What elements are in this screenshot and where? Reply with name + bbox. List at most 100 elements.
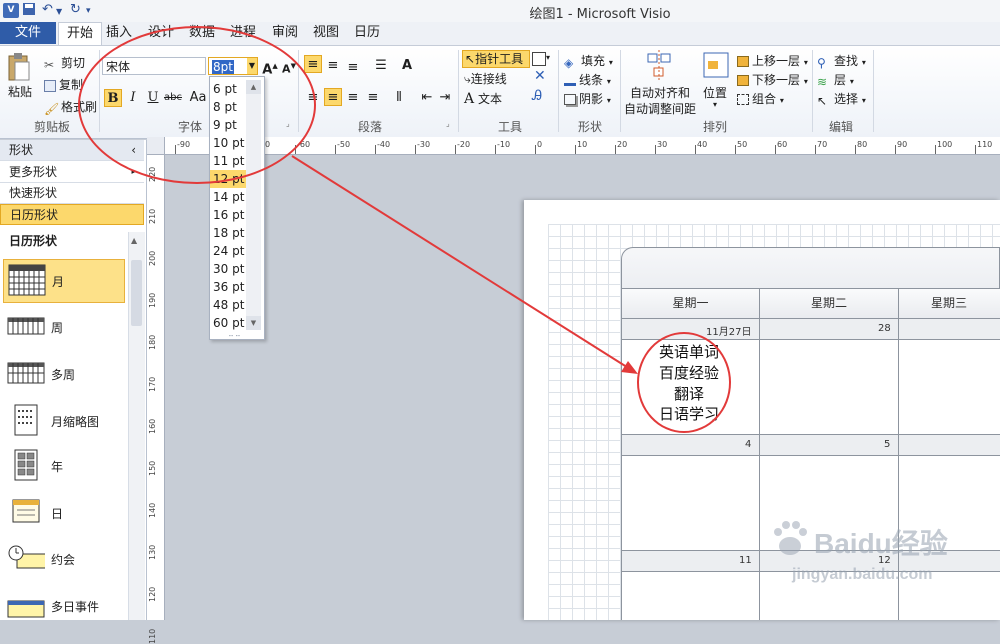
- line-button[interactable]: 线条 ▾: [564, 71, 611, 88]
- paste-button[interactable]: 粘贴: [8, 83, 32, 100]
- connector-button[interactable]: ⤷连接线: [464, 70, 507, 87]
- stencil-week[interactable]: 周: [3, 306, 123, 348]
- align-center-icon[interactable]: ≡: [324, 88, 342, 106]
- ruler-tick-label: -30: [417, 140, 431, 149]
- bullets-icon[interactable]: ☰: [372, 57, 390, 75]
- stencil-label: 约会: [51, 553, 76, 567]
- ruler-tick-label: 40: [697, 140, 708, 149]
- shadow-button[interactable]: 阴影 ▾: [564, 90, 611, 107]
- stencil-month[interactable]: 月: [3, 259, 125, 303]
- stencil-year[interactable]: 年: [3, 445, 123, 487]
- increase-indent-icon[interactable]: ⇥: [436, 89, 454, 107]
- undo-dropdown-icon[interactable]: ▼: [56, 7, 62, 16]
- tab-view[interactable]: 视图: [305, 22, 347, 44]
- select-button[interactable]: ↖ 选择 ▾: [817, 90, 866, 108]
- auto-align-icon[interactable]: [644, 50, 674, 80]
- multi-week-icon: [7, 362, 45, 384]
- day-cell[interactable]: [759, 339, 899, 435]
- group-label-arrange: 排列: [702, 120, 727, 134]
- date-header-cell[interactable]: [898, 434, 1000, 456]
- stencil-day[interactable]: 日: [3, 492, 123, 534]
- ruler-tick-label: 20: [617, 140, 628, 149]
- day-cell[interactable]: [621, 571, 760, 620]
- shape-dropdown-icon[interactable]: ▾: [546, 53, 550, 62]
- quick-shapes-button[interactable]: 快速形状: [0, 183, 144, 204]
- group-button[interactable]: 组合 ▾: [737, 90, 784, 107]
- text-block-icon[interactable]: Ꭿ: [532, 88, 542, 104]
- auto-align-button[interactable]: 自动对齐和: [630, 84, 690, 101]
- ruler-tick-mark: [375, 145, 376, 154]
- stencil-scrollbar[interactable]: ▲: [128, 232, 145, 620]
- find-button[interactable]: ⚲ 查找 ▾: [817, 52, 866, 70]
- distribute-icon[interactable]: ⫴: [390, 89, 408, 107]
- day-cell[interactable]: [621, 455, 760, 551]
- calendar-header[interactable]: [621, 247, 1000, 289]
- redo-icon[interactable]: ↻: [70, 2, 81, 17]
- rectangle-shape-icon[interactable]: [532, 52, 546, 66]
- save-icon[interactable]: [22, 2, 36, 20]
- day-cell[interactable]: [898, 339, 1000, 435]
- ruler-tick-mark: [895, 145, 896, 154]
- annotation-ellipse-notes: [637, 332, 731, 433]
- customize-qat-icon[interactable]: ▾: [86, 6, 91, 16]
- stencil-month-thumbnail[interactable]: 月缩略图: [3, 400, 123, 442]
- layers-button[interactable]: ≋ 层 ▾: [817, 71, 854, 89]
- text-tool-button[interactable]: A 文本: [464, 90, 502, 107]
- month-thumbnail-icon: [14, 404, 38, 436]
- tab-home[interactable]: 开始: [58, 22, 103, 45]
- cut-button[interactable]: ✂ 剪切: [44, 54, 85, 72]
- visio-app-icon[interactable]: V: [3, 3, 19, 18]
- scroll-up-icon[interactable]: ▲: [131, 236, 137, 245]
- position-icon[interactable]: [703, 52, 729, 78]
- bring-forward-button[interactable]: 上移一层 ▾: [737, 52, 808, 69]
- align-middle-icon[interactable]: ≡: [324, 57, 342, 75]
- stencil-multi-day-event[interactable]: 多日事件: [3, 585, 123, 627]
- stencil-multi-week[interactable]: 多周: [3, 353, 123, 395]
- separator: [458, 50, 459, 132]
- send-backward-icon: [737, 75, 749, 86]
- multi-day-event-icon: [7, 600, 45, 618]
- justify-icon[interactable]: ≡: [364, 89, 382, 107]
- tab-calendar[interactable]: 日历: [346, 22, 388, 44]
- date-label: 5: [884, 439, 891, 450]
- align-top-icon[interactable]: ≡: [304, 55, 322, 73]
- position-button[interactable]: 位置: [703, 84, 727, 101]
- calendar-shapes-tab[interactable]: 日历形状: [0, 204, 144, 225]
- paste-icon[interactable]: [6, 52, 32, 82]
- connection-point-icon[interactable]: ✕: [534, 68, 546, 84]
- auto-space-button[interactable]: 自动调整间距: [624, 100, 696, 117]
- scissors-icon: ✂: [44, 57, 55, 72]
- decrease-indent-icon[interactable]: ⇤: [418, 89, 436, 107]
- scroll-thumb[interactable]: [131, 260, 142, 326]
- ruler-tick-mark: [615, 145, 616, 154]
- align-bottom-icon[interactable]: ≡: [344, 59, 362, 77]
- date-header-cell[interactable]: [621, 434, 760, 456]
- stencil-label: 多周: [51, 368, 76, 382]
- ruler-tick-label: 110: [148, 628, 157, 644]
- watermark-url: jingyan.baidu.com: [792, 566, 933, 583]
- copy-button[interactable]: 复制: [44, 76, 83, 93]
- scroll-down-icon[interactable]: ▼: [246, 316, 261, 330]
- text-direction-icon[interactable]: A: [398, 57, 416, 75]
- stencil-label: 周: [51, 321, 64, 335]
- position-dropdown-icon[interactable]: ▾: [713, 100, 717, 109]
- ruler-tick-label: 0: [537, 140, 543, 149]
- ruler-tick-label: 50: [737, 140, 748, 149]
- align-right-icon[interactable]: ≡: [344, 89, 362, 107]
- baidu-watermark: Baidu经验 jingyan.baidu.com: [770, 518, 990, 598]
- tab-review[interactable]: 审阅: [264, 22, 306, 44]
- date-header-cell[interactable]: [759, 434, 899, 456]
- resize-grip-icon[interactable]: ⠒⠒: [228, 332, 242, 341]
- separator: [873, 50, 874, 132]
- fill-button[interactable]: ◈ 填充 ▾: [564, 52, 613, 70]
- stencil-label: 日: [51, 507, 64, 521]
- tab-file[interactable]: 文件: [0, 22, 56, 44]
- separator: [620, 50, 621, 132]
- stencil-appointment[interactable]: 约会: [3, 538, 123, 580]
- day-calendar-icon: [12, 499, 40, 523]
- date-header-cell[interactable]: [898, 318, 1000, 340]
- paragraph-dialog-launcher-icon[interactable]: ⌟: [446, 119, 450, 128]
- undo-icon[interactable]: ↶: [42, 2, 53, 17]
- pointer-tool-button[interactable]: ↖指针工具: [462, 50, 530, 68]
- send-backward-button[interactable]: 下移一层 ▾: [737, 71, 808, 88]
